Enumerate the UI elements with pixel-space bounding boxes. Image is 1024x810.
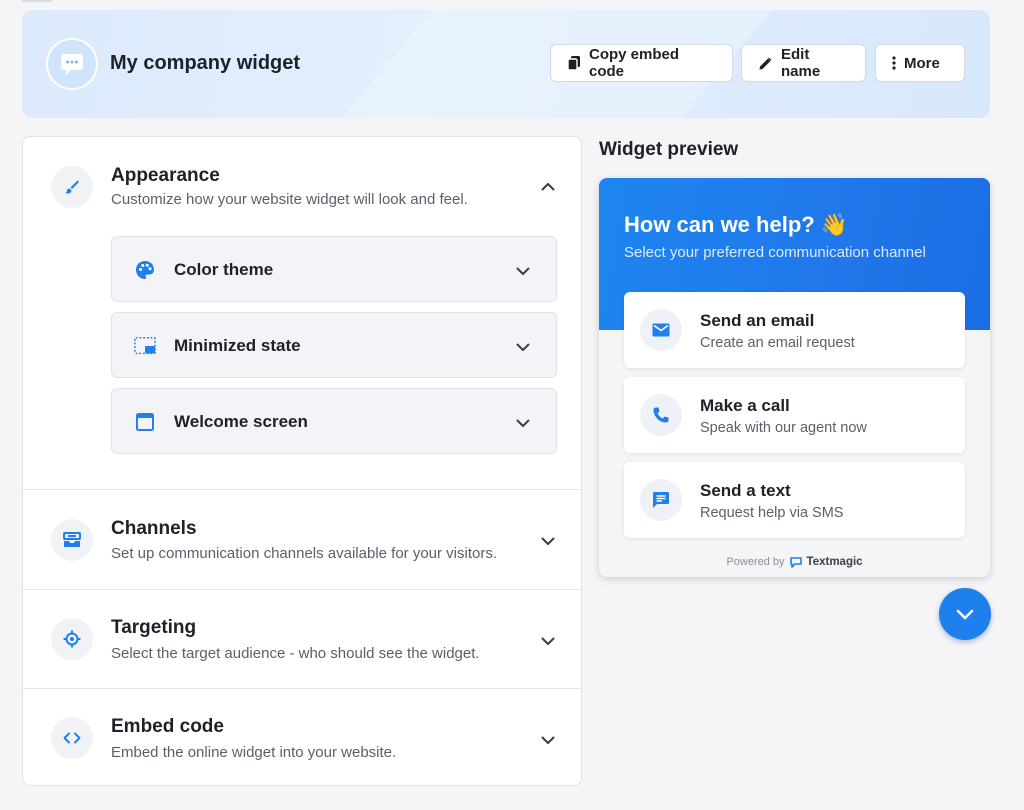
section-title: Channels	[111, 518, 197, 539]
textmagic-logo-icon	[789, 556, 802, 568]
target-icon	[51, 618, 93, 660]
powered-by-label: Powered by	[726, 556, 785, 568]
chevron-down-icon[interactable]	[541, 733, 555, 747]
color-theme-label: Color theme	[174, 260, 274, 279]
window-icon	[134, 411, 156, 433]
more-label: More	[904, 54, 940, 72]
copy-embed-code-button[interactable]: Copy embed code	[550, 44, 733, 82]
section-title[interactable]: Appearance	[111, 165, 220, 187]
channel-description: Create an email request	[700, 335, 855, 351]
sms-icon	[640, 479, 682, 521]
section-title: Targeting	[111, 617, 197, 638]
chevron-down-icon	[956, 609, 974, 619]
brand-name: Textmagic	[806, 556, 863, 568]
edit-name-button[interactable]: Edit name	[741, 44, 866, 82]
page-title: My company widget	[110, 52, 301, 74]
welcome-screen-label: Welcome screen	[174, 412, 308, 431]
channel-title: Make a call	[700, 396, 790, 415]
section-channels[interactable]: Channels Set up communication channels a…	[23, 489, 581, 589]
widget-toggle-button[interactable]	[939, 588, 991, 640]
section-description: Customize how your website widget will l…	[111, 191, 468, 208]
more-vertical-icon	[892, 56, 896, 70]
channel-text[interactable]: Send a text Request help via SMS	[624, 462, 965, 538]
edit-name-label: Edit name	[781, 46, 821, 80]
chat-bubble-icon	[46, 38, 98, 90]
section-targeting[interactable]: Targeting Select the target audience - w…	[23, 589, 581, 688]
welcome-screen-item[interactable]: Welcome screen	[111, 388, 557, 454]
chevron-down-icon	[516, 415, 530, 433]
minimized-state-label: Minimized state	[174, 336, 301, 355]
section-description: Set up communication channels available …	[111, 545, 498, 562]
chevron-down-icon	[516, 339, 530, 357]
top-divider	[22, 0, 52, 2]
channel-email[interactable]: Send an email Create an email request	[624, 292, 965, 368]
section-appearance: Appearance Customize how your website wi…	[23, 137, 581, 489]
widget-heading: How can we help? 👋	[624, 212, 849, 237]
chevron-down-icon[interactable]	[541, 634, 555, 648]
mail-icon	[640, 309, 682, 351]
channel-title: Send an email	[700, 311, 815, 330]
chevron-up-icon[interactable]	[541, 179, 555, 193]
section-description: Select the target audience - who should …	[111, 645, 480, 662]
channel-description: Speak with our agent now	[700, 420, 867, 436]
chevron-down-icon[interactable]	[541, 534, 555, 548]
channel-call[interactable]: Make a call Speak with our agent now	[624, 377, 965, 453]
copy-embed-code-label: Copy embed code	[589, 46, 680, 80]
phone-icon	[640, 394, 682, 436]
channel-description: Request help via SMS	[700, 505, 844, 521]
settings-panel: Appearance Customize how your website wi…	[22, 136, 582, 786]
section-title: Embed code	[111, 716, 224, 737]
more-button[interactable]: More	[875, 44, 965, 82]
copy-icon	[567, 56, 580, 71]
pencil-icon	[759, 57, 772, 69]
widget-header: My company widget Copy embed code Edit n…	[22, 10, 990, 118]
section-embed-code[interactable]: Embed code Embed the online widget into …	[23, 688, 581, 785]
minimize-icon	[134, 335, 156, 357]
color-theme-item[interactable]: Color theme	[111, 236, 557, 302]
preview-title: Widget preview	[599, 139, 739, 160]
widget-subheading: Select your preferred communication chan…	[624, 244, 926, 261]
widget-preview: How can we help? 👋 Select your preferred…	[599, 178, 990, 577]
channel-title: Send a text	[700, 481, 791, 500]
section-description: Embed the online widget into your websit…	[111, 744, 397, 761]
powered-by: Powered by Textmagic	[599, 556, 990, 568]
chevron-down-icon	[516, 263, 530, 281]
code-icon	[51, 717, 93, 759]
palette-icon	[134, 259, 156, 281]
inbox-icon	[51, 519, 93, 561]
minimized-state-item[interactable]: Minimized state	[111, 312, 557, 378]
brush-icon	[51, 166, 93, 208]
